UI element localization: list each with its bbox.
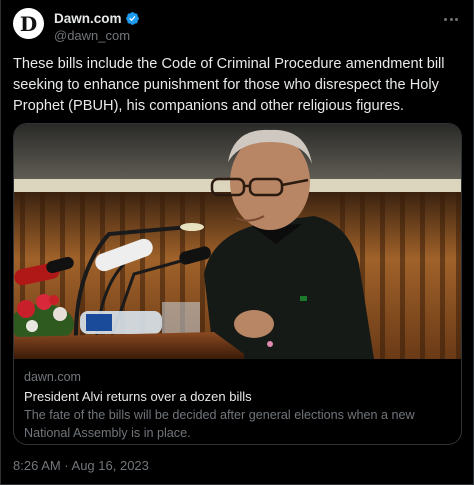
- link-card[interactable]: dawn.com President Alvi returns over a d…: [13, 123, 462, 445]
- handle[interactable]: @dawn_com: [54, 28, 140, 43]
- card-photo: [14, 124, 461, 359]
- card-description: The fate of the bills will be decided af…: [24, 408, 415, 440]
- card-domain: dawn.com: [24, 370, 81, 384]
- tweet-header: D Dawn.com @dawn_com: [13, 8, 461, 44]
- verified-badge-icon: [125, 11, 139, 25]
- tweet: D Dawn.com @dawn_com These bills include…: [0, 0, 474, 485]
- tweet-text: These bills include the Code of Criminal…: [13, 56, 449, 114]
- card-title[interactable]: President Alvi returns over a dozen bill…: [24, 388, 451, 406]
- display-name[interactable]: Dawn.com: [54, 11, 122, 26]
- avatar-logo-letter: D: [19, 11, 38, 36]
- timestamp[interactable]: 8:26 AM · Aug 16, 2023: [13, 458, 149, 473]
- card-body: dawn.com President Alvi returns over a d…: [14, 359, 461, 442]
- author-names: Dawn.com @dawn_com: [54, 10, 140, 43]
- card-image[interactable]: [14, 124, 461, 359]
- avatar[interactable]: D: [13, 8, 44, 39]
- more-options-icon[interactable]: [441, 12, 461, 26]
